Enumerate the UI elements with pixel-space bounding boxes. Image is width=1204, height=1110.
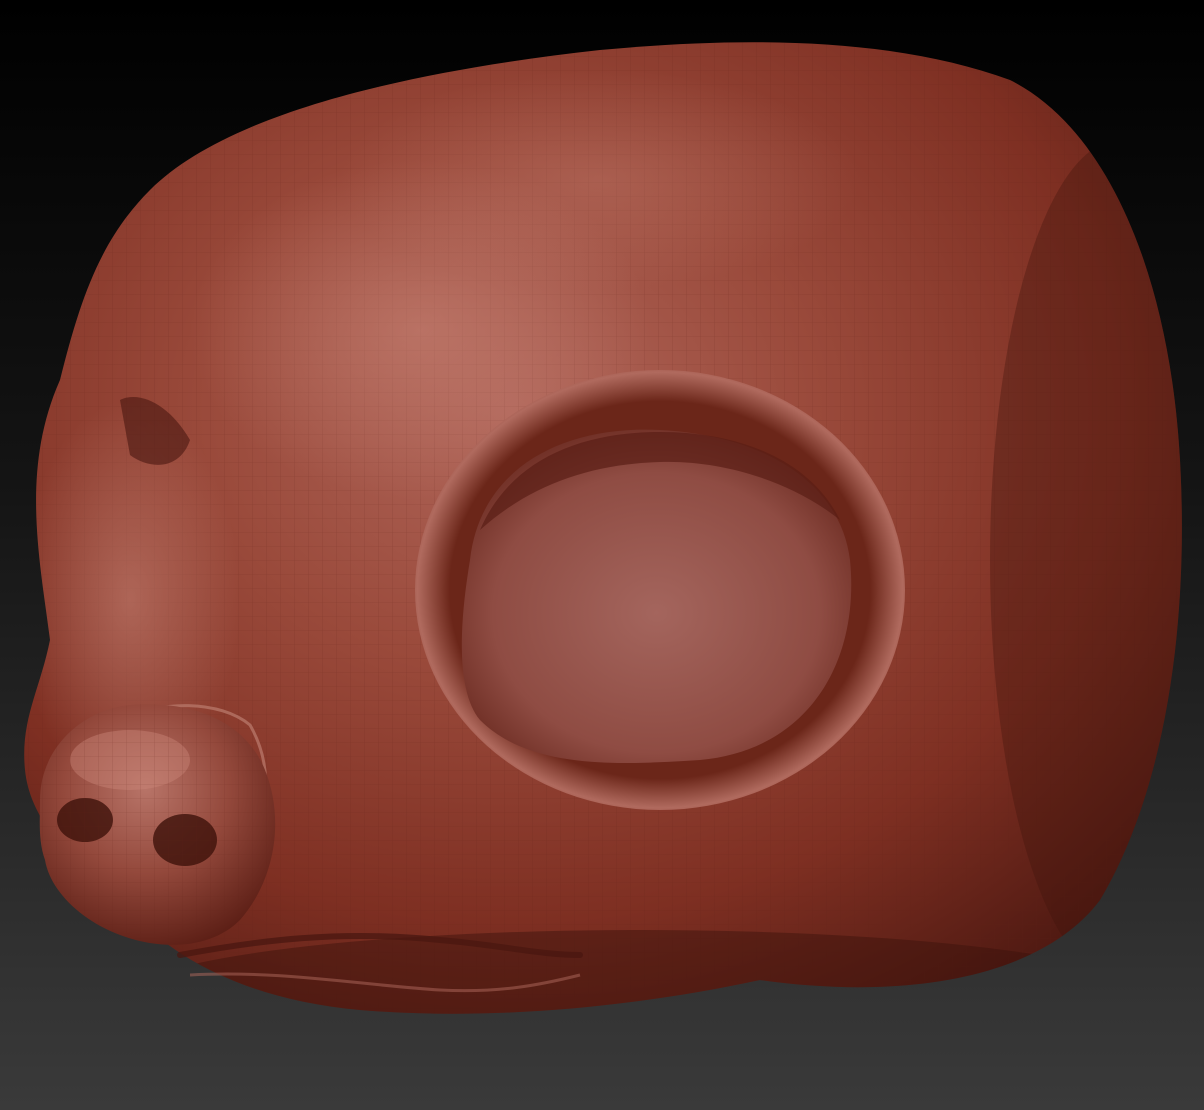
viewport-canvas[interactable]	[0, 0, 1204, 1110]
head-mesh[interactable]	[0, 0, 1204, 1110]
3d-viewport[interactable]	[0, 0, 1204, 1110]
